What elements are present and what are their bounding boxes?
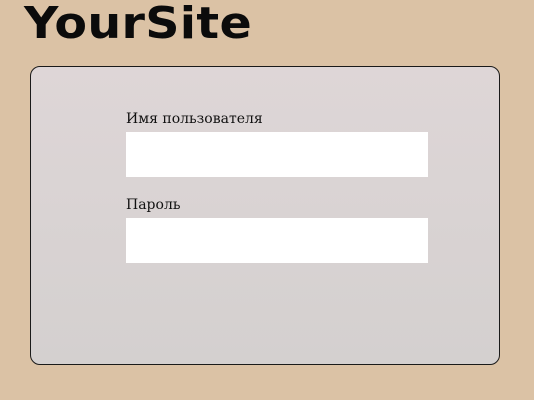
site-logo[interactable]: YourSite bbox=[24, 2, 252, 46]
username-input[interactable] bbox=[126, 132, 428, 177]
username-label: Имя пользователя bbox=[126, 111, 263, 127]
login-form: Имя пользователя Пароль bbox=[126, 111, 428, 263]
username-field-group: Имя пользователя bbox=[126, 111, 428, 177]
login-panel: Имя пользователя Пароль bbox=[30, 66, 500, 365]
password-input[interactable] bbox=[126, 218, 428, 263]
password-field-group: Пароль bbox=[126, 197, 428, 263]
password-label: Пароль bbox=[126, 197, 181, 213]
